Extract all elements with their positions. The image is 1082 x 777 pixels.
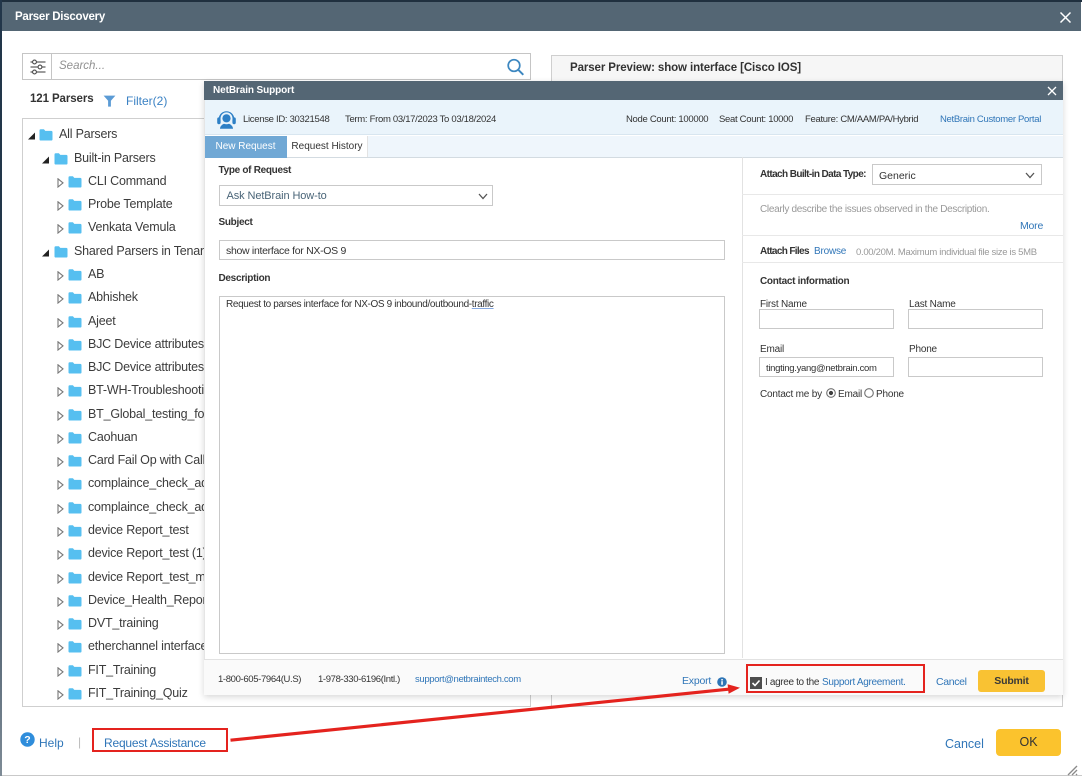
svg-text:?: ? (24, 734, 30, 746)
